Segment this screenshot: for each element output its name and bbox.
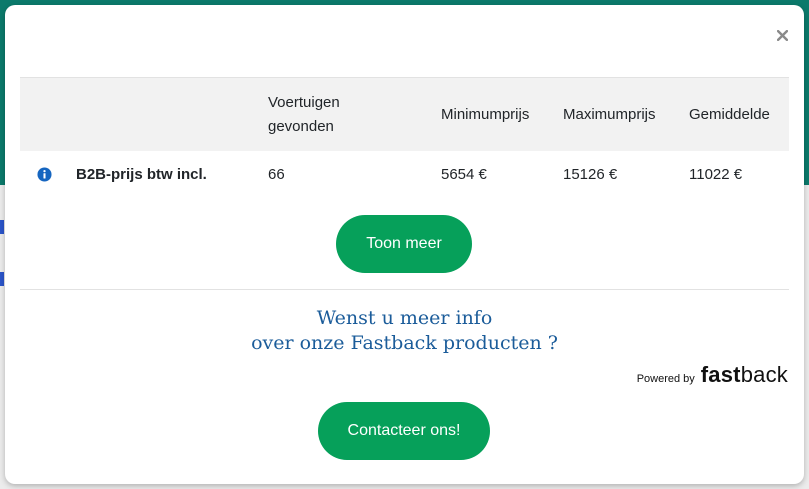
- close-icon: [776, 29, 788, 41]
- header-vehicles-found-line1: Voertuigen: [268, 93, 340, 111]
- header-vehicles-found-line2: gevonden: [268, 117, 334, 135]
- header-label-col: [75, 77, 268, 151]
- fastback-logo: fastback: [701, 362, 788, 388]
- price-table: Voertuigen gevonden Minimumprijs Maximum…: [20, 77, 789, 198]
- divider: [20, 289, 789, 290]
- header-max-price: Maximumprijs: [563, 77, 689, 151]
- background-link-fragment: [0, 220, 4, 234]
- info-icon-cell[interactable]: [20, 151, 75, 198]
- average-price-value: 11022 €: [689, 165, 743, 183]
- header-icon-col: [20, 77, 75, 151]
- cta-text: Wenst u meer info over onze Fastback pro…: [5, 306, 804, 356]
- close-button[interactable]: [772, 25, 792, 45]
- table-row: B2B-prijs btw incl. 66 5654 € 15126 € 11…: [20, 151, 789, 198]
- table-header-row: Voertuigen gevonden Minimumprijs Maximum…: [20, 77, 789, 151]
- contact-us-button[interactable]: Contacteer ons!: [318, 402, 490, 460]
- header-min-price-label: Minimumprijs: [441, 105, 530, 123]
- header-average-label: Gemiddelde: [689, 105, 770, 123]
- fastback-logo-bold: fast: [700, 362, 741, 387]
- header-max-price-label: Maximumprijs: [563, 105, 656, 123]
- info-icon[interactable]: [37, 167, 52, 182]
- price-info-modal: Voertuigen gevonden Minimumprijs Maximum…: [5, 5, 804, 484]
- powered-by: Powered by fastback: [637, 362, 788, 388]
- powered-by-text: Powered by: [636, 373, 695, 385]
- min-price-value: 5654 €: [441, 165, 487, 183]
- row-label: B2B-prijs btw incl.: [76, 165, 207, 183]
- cta-line-2: over onze Fastback producten ?: [251, 332, 558, 354]
- max-price-value: 15126 €: [563, 165, 618, 183]
- vehicles-found-value: 66: [268, 165, 285, 183]
- header-min-price: Minimumprijs: [441, 77, 563, 151]
- header-average: Gemiddelde: [689, 77, 789, 151]
- header-vehicles-found: Voertuigen gevonden: [268, 77, 441, 151]
- fastback-logo-regular: back: [740, 362, 788, 387]
- show-more-button[interactable]: Toon meer: [336, 215, 472, 273]
- background-link-fragment: [0, 272, 4, 286]
- cta-line-1: Wenst u meer info: [316, 307, 493, 329]
